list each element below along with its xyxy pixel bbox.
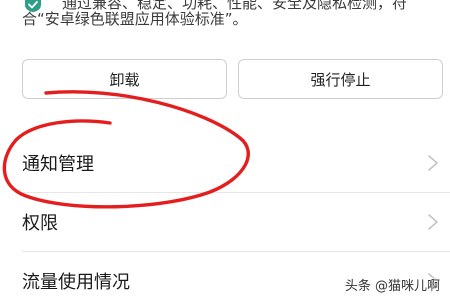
notice-text-line2: 合“安卓绿色联盟应用体验标准”。: [22, 10, 248, 28]
app-info-screen: 通过兼容、稳定、功耗、性能、安全及隐私检测，符 合“安卓绿色联盟应用体验标准”。…: [0, 0, 450, 300]
menu-item-label: 权限: [22, 213, 58, 234]
uninstall-button[interactable]: 卸载: [22, 59, 227, 99]
menu-item-permissions[interactable]: 权限: [0, 193, 450, 251]
chevron-right-icon: [428, 214, 438, 230]
menu-item-label: 通知管理: [22, 154, 94, 175]
force-stop-button[interactable]: 强行停止: [238, 59, 443, 99]
watermark: 头条 @猫咪儿啊: [344, 279, 440, 294]
green-alliance-notice: 通过兼容、稳定、功耗、性能、安全及隐私检测，符 合“安卓绿色联盟应用体验标准”。: [0, 0, 450, 38]
chevron-right-icon: [428, 155, 438, 171]
menu-item-notification-management[interactable]: 通知管理: [0, 134, 450, 192]
menu-item-label: 流量使用情况: [22, 272, 130, 293]
